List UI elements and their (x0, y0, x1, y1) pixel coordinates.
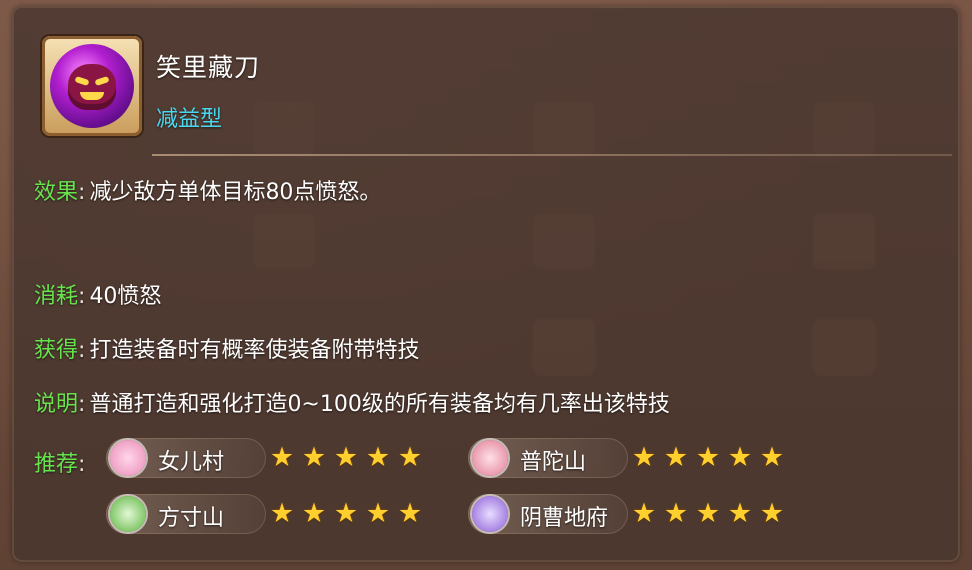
recommend-sect-name: 方寸山 (158, 506, 225, 531)
star-icon: ★ (269, 498, 295, 529)
cost-separator: : (78, 284, 86, 309)
obtain-label: 获得 (34, 338, 79, 363)
star-icon: ★ (301, 442, 327, 473)
star-icon: ★ (759, 442, 785, 473)
skill-icon-mouth (80, 92, 104, 100)
game-screen: 笑里藏刀 减益型 效果: 减少敌方单体目标80点愤怒。 消耗: 40愤怒 获得: 打造… (0, 0, 972, 570)
divider (152, 154, 952, 156)
lotus-icon (472, 440, 508, 476)
recommend-label: 推荐 (34, 452, 79, 477)
obtain-value: 打造装备时有概率使装备附带特技 (89, 338, 420, 363)
recommend-rating: ★ ★ ★ ★ ★ (268, 500, 424, 530)
skill-tooltip-panel: 笑里藏刀 减益型 效果: 减少敌方单体目标80点愤怒。 消耗: 40愤怒 获得: 打造… (12, 6, 960, 562)
star-icon: ★ (695, 442, 721, 473)
star-icon: ★ (269, 442, 295, 473)
star-icon: ★ (663, 498, 689, 529)
cost-label: 消耗 (34, 284, 79, 309)
star-icon: ★ (365, 442, 391, 473)
star-icon: ★ (727, 442, 753, 473)
recommend-sect-item[interactable]: 阴曹地府 (468, 494, 628, 534)
recommend-sect-item[interactable]: 方寸山 (106, 494, 266, 534)
effect-value: 减少敌方单体目标80点愤怒。 (89, 180, 382, 205)
recommend-rating: ★ ★ ★ ★ ★ (630, 444, 786, 474)
skill-icon-eye (94, 75, 110, 87)
recommend-row: 推荐: (34, 446, 89, 478)
star-icon: ★ (397, 442, 423, 473)
star-icon: ★ (695, 498, 721, 529)
recommend-separator: : (78, 452, 86, 477)
flower-icon (110, 440, 146, 476)
recommend-rating: ★ ★ ★ ★ ★ (268, 444, 424, 474)
skill-icon-face (68, 64, 116, 110)
recommend-sect-name: 女儿村 (158, 450, 225, 475)
star-icon: ★ (631, 498, 657, 529)
star-icon: ★ (397, 498, 423, 529)
star-icon: ★ (333, 442, 359, 473)
star-icon: ★ (365, 498, 391, 529)
cost-row: 消耗: 40愤怒 (34, 278, 161, 310)
skill-icon-eye (74, 75, 90, 87)
note-value: 普通打造和强化打造0~100级的所有装备均有几率出该特技 (89, 392, 670, 417)
recommend-sect-item[interactable]: 普陀山 (468, 438, 628, 478)
laughing-mask-icon (42, 36, 142, 136)
obtain-separator: : (78, 338, 86, 363)
leaf-icon (110, 496, 146, 532)
star-icon: ★ (333, 498, 359, 529)
star-icon: ★ (663, 442, 689, 473)
recommend-sect-item[interactable]: 女儿村 (106, 438, 266, 478)
effect-label: 效果 (34, 180, 79, 205)
obtain-row: 获得: 打造装备时有概率使装备附带特技 (34, 332, 419, 364)
note-label: 说明 (34, 392, 79, 417)
star-icon: ★ (759, 498, 785, 529)
note-row: 说明: 普通打造和强化打造0~100级的所有装备均有几率出该特技 (34, 386, 670, 418)
recommend-sect-name: 阴曹地府 (520, 506, 609, 531)
star-icon: ★ (631, 442, 657, 473)
skill-type: 减益型 (156, 107, 223, 132)
ghost-face-icon (472, 496, 508, 532)
note-separator: : (78, 392, 86, 417)
effect-row: 效果: 减少敌方单体目标80点愤怒。 (34, 174, 381, 206)
star-icon: ★ (727, 498, 753, 529)
recommend-rating: ★ ★ ★ ★ ★ (630, 500, 786, 530)
cost-value: 40愤怒 (89, 284, 162, 309)
star-icon: ★ (301, 498, 327, 529)
skill-name: 笑里藏刀 (156, 53, 261, 82)
recommend-sect-name: 普陀山 (520, 450, 587, 475)
effect-separator: : (78, 180, 86, 205)
